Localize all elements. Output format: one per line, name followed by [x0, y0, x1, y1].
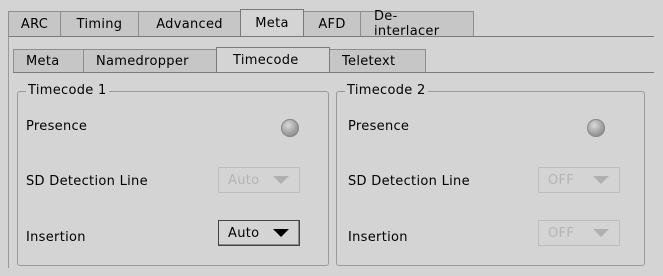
tab-arc[interactable]: ARC — [8, 11, 61, 36]
subtab-namedropper[interactable]: Namedropper — [83, 49, 217, 72]
timecode1-insertion-value: Auto — [228, 225, 260, 241]
timecode2-insertion-value: OFF — [548, 225, 575, 241]
subtab-teletext[interactable]: Teletext — [329, 49, 426, 72]
subtab-meta[interactable]: Meta — [13, 49, 84, 72]
timecode2-insertion-label: Insertion — [348, 230, 408, 245]
tab-meta[interactable]: Meta — [240, 9, 304, 36]
timecode2-title: Timecode 2 — [345, 83, 428, 99]
inner-tab-bar: Meta Namedropper Timecode Teletext — [13, 47, 426, 72]
triangle-down-icon — [593, 229, 609, 237]
timecode2-group: Timecode 2 Presence SD Detection Line OF… — [336, 83, 645, 266]
timecode1-sd-line-value: Auto — [228, 172, 260, 188]
timecode1-insertion-label: Insertion — [26, 230, 86, 245]
timecode2-presence-label: Presence — [348, 119, 410, 134]
timecode1-sd-line-label: SD Detection Line — [26, 174, 148, 189]
timecode2-sd-line-label: SD Detection Line — [348, 174, 470, 189]
triangle-down-icon — [593, 176, 609, 184]
timecode2-sd-line-select[interactable]: OFF — [538, 167, 620, 193]
timecode1-sd-line-select[interactable]: Auto — [218, 167, 300, 193]
triangle-down-icon — [273, 229, 289, 237]
led-off-icon — [281, 119, 299, 137]
tab-timing[interactable]: Timing — [60, 11, 139, 36]
outer-tab-bar: ARC Timing Advanced Meta AFD De-interlac… — [8, 9, 474, 39]
timecode2-sd-line-value: OFF — [548, 172, 575, 188]
timecode1-group: Timecode 1 Presence SD Detection Line Au… — [17, 83, 329, 266]
timecode1-insertion-select[interactable]: Auto — [218, 220, 300, 246]
tab-de-interlacer[interactable]: De-interlacer — [360, 9, 474, 39]
triangle-down-icon — [273, 176, 289, 184]
tab-advanced[interactable]: Advanced — [138, 11, 241, 36]
timecode2-insertion-select[interactable]: OFF — [538, 220, 620, 246]
subtab-timecode[interactable]: Timecode — [216, 47, 330, 72]
tab-afd[interactable]: AFD — [303, 11, 361, 36]
led-off-icon — [587, 119, 605, 137]
timecode1-title: Timecode 1 — [26, 83, 109, 99]
timecode1-presence-label: Presence — [26, 119, 88, 134]
